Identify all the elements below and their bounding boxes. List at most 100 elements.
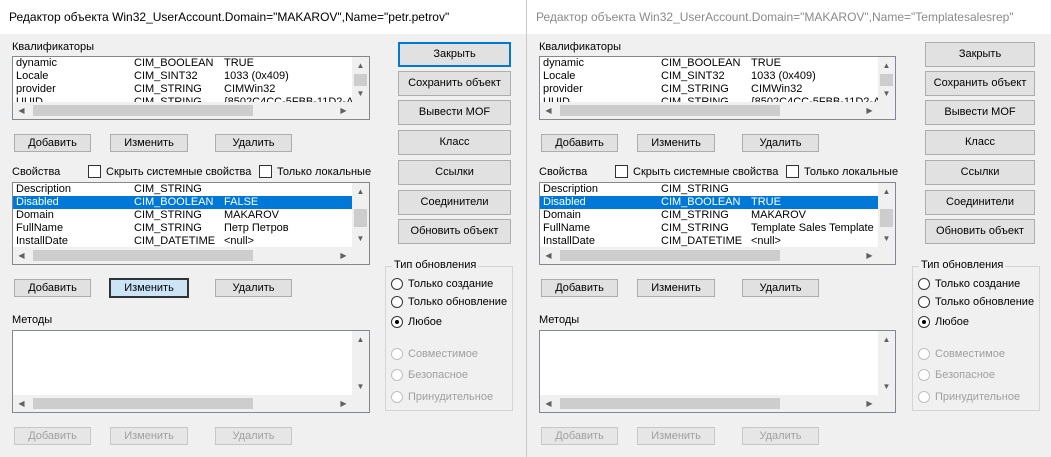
property-row[interactable]: Domain CIM_STRING MAKAROV <box>540 209 895 222</box>
qualifier-row[interactable]: provider CIM_STRING CIMWin32 <box>13 83 369 96</box>
property-edit-button[interactable]: Изменить <box>109 278 189 298</box>
scroll-left-icon[interactable]: ◀ <box>13 247 30 264</box>
qualifier-row[interactable]: provider CIM_STRING CIMWin32 <box>540 83 895 96</box>
method-edit-button[interactable]: Изменить <box>110 427 188 445</box>
associators-button[interactable]: Соединители <box>925 190 1035 215</box>
scroll-down-icon[interactable]: ▼ <box>878 378 895 395</box>
scroll-up-icon[interactable]: ▲ <box>878 183 895 200</box>
show-mof-button[interactable]: Вывести MOF <box>398 100 511 125</box>
radio-force[interactable]: Принудительное <box>918 391 1020 403</box>
vertical-scrollbar[interactable]: ▲ ▼ <box>878 331 895 395</box>
scroll-up-icon[interactable]: ▲ <box>352 57 369 74</box>
radio-icon[interactable] <box>391 278 403 290</box>
scroll-thumb[interactable] <box>33 105 253 116</box>
scroll-down-icon[interactable]: ▼ <box>352 85 369 102</box>
refresh-object-button[interactable]: Обновить объект <box>925 219 1035 244</box>
qualifier-delete-button[interactable]: Удалить <box>215 134 292 152</box>
scroll-thumb[interactable] <box>560 250 780 261</box>
close-button[interactable]: Закрыть <box>925 42 1035 67</box>
qualifier-row[interactable]: Locale CIM_SINT32 1033 (0x409) <box>540 70 895 83</box>
radio-update-only[interactable]: Только обновление <box>918 296 1034 308</box>
property-row[interactable]: Description CIM_STRING <box>540 183 895 196</box>
horizontal-scrollbar[interactable]: ◀ ▶ <box>540 102 895 119</box>
horizontal-scrollbar[interactable]: ◀ ▶ <box>13 247 369 264</box>
scroll-up-icon[interactable]: ▲ <box>352 183 369 200</box>
method-add-button[interactable]: Добавить <box>14 427 91 445</box>
scroll-left-icon[interactable]: ◀ <box>540 247 557 264</box>
scroll-left-icon[interactable]: ◀ <box>540 102 557 119</box>
scroll-down-icon[interactable]: ▼ <box>352 230 369 247</box>
checkbox-box[interactable] <box>259 165 272 178</box>
checkbox-box[interactable] <box>615 165 628 178</box>
only-local-checkbox[interactable]: Только локальные <box>786 165 898 178</box>
property-add-button[interactable]: Добавить <box>541 279 618 297</box>
scroll-down-icon[interactable]: ▼ <box>352 378 369 395</box>
qualifier-delete-button[interactable]: Удалить <box>742 134 819 152</box>
scroll-left-icon[interactable]: ◀ <box>540 395 557 412</box>
radio-safe[interactable]: Безопасное <box>918 369 995 381</box>
scroll-left-icon[interactable]: ◀ <box>13 102 30 119</box>
associators-button[interactable]: Соединители <box>398 190 511 215</box>
method-add-button[interactable]: Добавить <box>541 427 618 445</box>
qualifier-edit-button[interactable]: Изменить <box>110 134 188 152</box>
property-row[interactable]: FullName CIM_STRING Петр Петров <box>13 222 369 235</box>
radio-icon[interactable] <box>918 391 930 403</box>
property-row-selected[interactable]: Disabled CIM_BOOLEAN FALSE <box>13 196 352 209</box>
horizontal-scrollbar[interactable]: ◀ ▶ <box>540 247 895 264</box>
class-button[interactable]: Класс <box>925 130 1035 155</box>
radio-selected-icon[interactable] <box>391 316 403 328</box>
qualifiers-list[interactable]: dynamic CIM_BOOLEAN TRUE Locale CIM_SINT32 1… <box>12 56 370 120</box>
qualifier-add-button[interactable]: Добавить <box>541 134 618 152</box>
method-delete-button[interactable]: Удалить <box>215 427 292 445</box>
scroll-right-icon[interactable]: ▶ <box>861 395 878 412</box>
radio-icon[interactable] <box>918 369 930 381</box>
property-row-selected[interactable]: Disabled CIM_BOOLEAN TRUE <box>540 196 878 209</box>
scroll-left-icon[interactable]: ◀ <box>13 395 30 412</box>
vertical-scrollbar[interactable]: ▲ ▼ <box>352 331 369 395</box>
scroll-right-icon[interactable]: ▶ <box>335 102 352 119</box>
scroll-thumb[interactable] <box>560 105 780 116</box>
references-button[interactable]: Ссылки <box>925 160 1035 185</box>
radio-any[interactable]: Любое <box>918 316 969 328</box>
property-row[interactable]: Domain CIM_STRING MAKAROV <box>13 209 369 222</box>
scroll-thumb[interactable] <box>33 250 253 261</box>
scroll-up-icon[interactable]: ▲ <box>352 331 369 348</box>
radio-any[interactable]: Любое <box>391 316 442 328</box>
horizontal-scrollbar[interactable]: ◀ ▶ <box>540 395 895 412</box>
radio-icon[interactable] <box>391 348 403 360</box>
method-delete-button[interactable]: Удалить <box>742 427 819 445</box>
radio-icon[interactable] <box>391 369 403 381</box>
radio-icon[interactable] <box>918 278 930 290</box>
property-delete-button[interactable]: Удалить <box>742 279 819 297</box>
class-button[interactable]: Класс <box>398 130 511 155</box>
refresh-object-button[interactable]: Обновить объект <box>398 219 511 244</box>
property-row[interactable]: FullName CIM_STRING Template Sales Templat… <box>540 222 895 235</box>
vertical-scrollbar[interactable]: ▲ ▼ <box>878 57 895 102</box>
vertical-scrollbar[interactable]: ▲ ▼ <box>352 57 369 102</box>
properties-list[interactable]: Description CIM_STRING Disabled CIM_BOOLEA… <box>12 182 370 265</box>
qualifier-row[interactable]: dynamic CIM_BOOLEAN TRUE <box>540 57 895 70</box>
method-edit-button[interactable]: Изменить <box>637 427 715 445</box>
qualifiers-list[interactable]: dynamic CIM_BOOLEAN TRUE Locale CIM_SINT32 1… <box>539 56 896 120</box>
scroll-right-icon[interactable]: ▶ <box>861 102 878 119</box>
checkbox-box[interactable] <box>88 165 101 178</box>
qualifier-add-button[interactable]: Добавить <box>14 134 91 152</box>
radio-safe[interactable]: Безопасное <box>391 369 468 381</box>
show-mof-button[interactable]: Вывести MOF <box>925 100 1035 125</box>
radio-selected-icon[interactable] <box>918 316 930 328</box>
horizontal-scrollbar[interactable]: ◀ ▶ <box>13 395 369 412</box>
methods-list[interactable]: ▲ ▼ ◀ ▶ <box>539 330 896 413</box>
scroll-right-icon[interactable]: ▶ <box>335 247 352 264</box>
scroll-thumb[interactable] <box>354 209 367 227</box>
vertical-scrollbar[interactable]: ▲ ▼ <box>878 183 895 247</box>
close-button[interactable]: Закрыть <box>398 42 511 67</box>
scroll-up-icon[interactable]: ▲ <box>878 57 895 74</box>
scroll-thumb[interactable] <box>33 398 253 409</box>
save-object-button[interactable]: Сохранить объект <box>398 71 511 96</box>
scroll-right-icon[interactable]: ▶ <box>861 247 878 264</box>
property-edit-button[interactable]: Изменить <box>637 279 715 297</box>
qualifier-row[interactable]: Locale CIM_SINT32 1033 (0x409) <box>13 70 369 83</box>
radio-create-only[interactable]: Только создание <box>918 278 1020 290</box>
scroll-down-icon[interactable]: ▼ <box>878 85 895 102</box>
radio-compatible[interactable]: Совместимое <box>391 348 478 360</box>
